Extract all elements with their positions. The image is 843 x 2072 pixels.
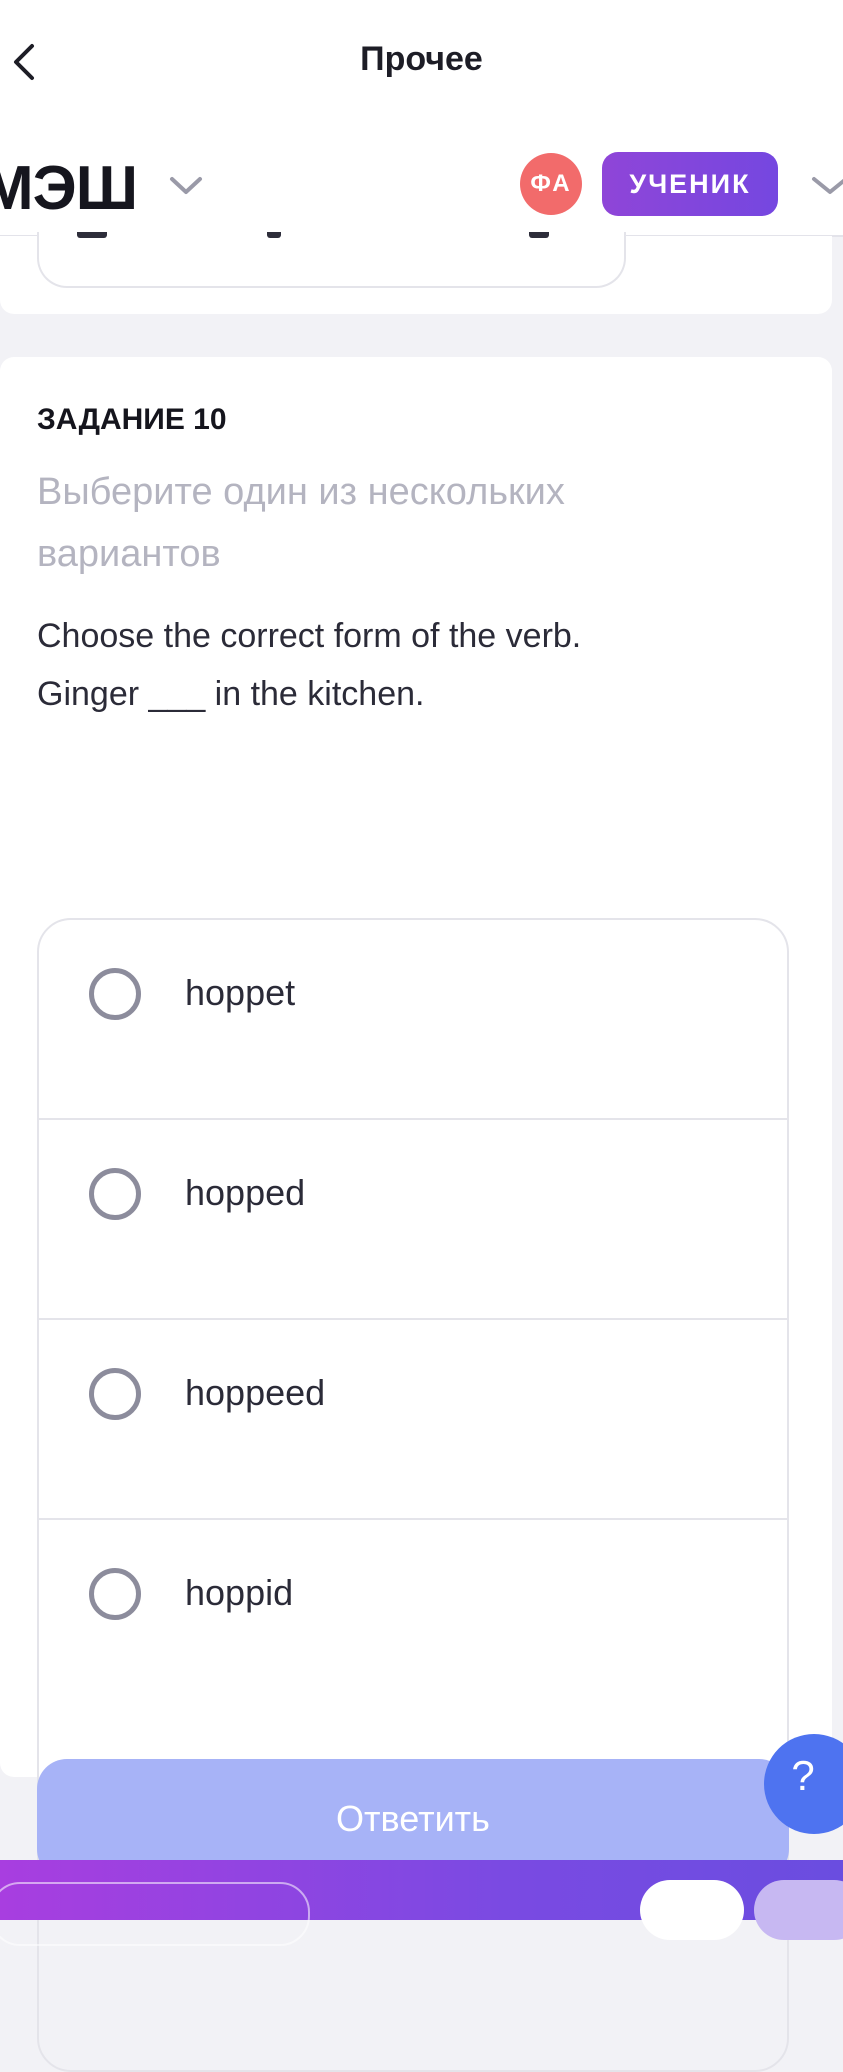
role-badge[interactable]: УЧЕНИК [602,152,778,216]
chevron-down-icon[interactable] [810,175,843,197]
page-title: Прочее [360,40,483,78]
top-app-bar: Прочее [0,0,843,125]
chevron-down-icon[interactable] [168,175,204,197]
radio-button[interactable] [89,1568,141,1620]
brand-logo[interactable]: МЭШ [0,153,138,224]
answer-option-label: hoppeed [185,1372,326,1413]
radio-button[interactable] [89,1368,141,1420]
question-line: Ginger ___ in the kitchen. [37,675,425,713]
answer-option-label: hoppet [185,972,296,1013]
answer-option[interactable]: hoppeed [39,1320,787,1520]
answer-option[interactable]: hoppid [39,1520,787,1718]
bottom-nav-button[interactable] [0,1882,310,1946]
previous-task-card [0,232,832,314]
answer-option[interactable]: hoppet [39,920,787,1120]
radio-button[interactable] [89,968,141,1020]
bottom-navigation-bar [0,1860,843,1946]
task-question: Choose the correct form of the verb. Gin… [37,607,777,723]
question-line: Choose the correct form of the verb. [37,617,582,655]
answer-option-label: hoppid [185,1572,294,1613]
answer-option-label: hopped [185,1172,306,1213]
answer-option[interactable]: hopped [39,1120,787,1320]
task-instruction: Выберите один из нескольких вариантов [37,471,565,575]
radio-button[interactable] [89,1168,141,1220]
task-card: ЗАДАНИЕ 10 Выберите один из нескольких в… [0,357,832,2072]
task-number: ЗАДАНИЕ 10 [37,403,227,436]
previous-task-pill[interactable] [37,232,626,288]
school-header: МЭШ ФА УЧЕНИК [0,125,843,237]
bottom-nav-button[interactable] [754,1880,843,1940]
bottom-nav-button[interactable] [640,1880,744,1940]
avatar[interactable]: ФА [520,153,582,215]
